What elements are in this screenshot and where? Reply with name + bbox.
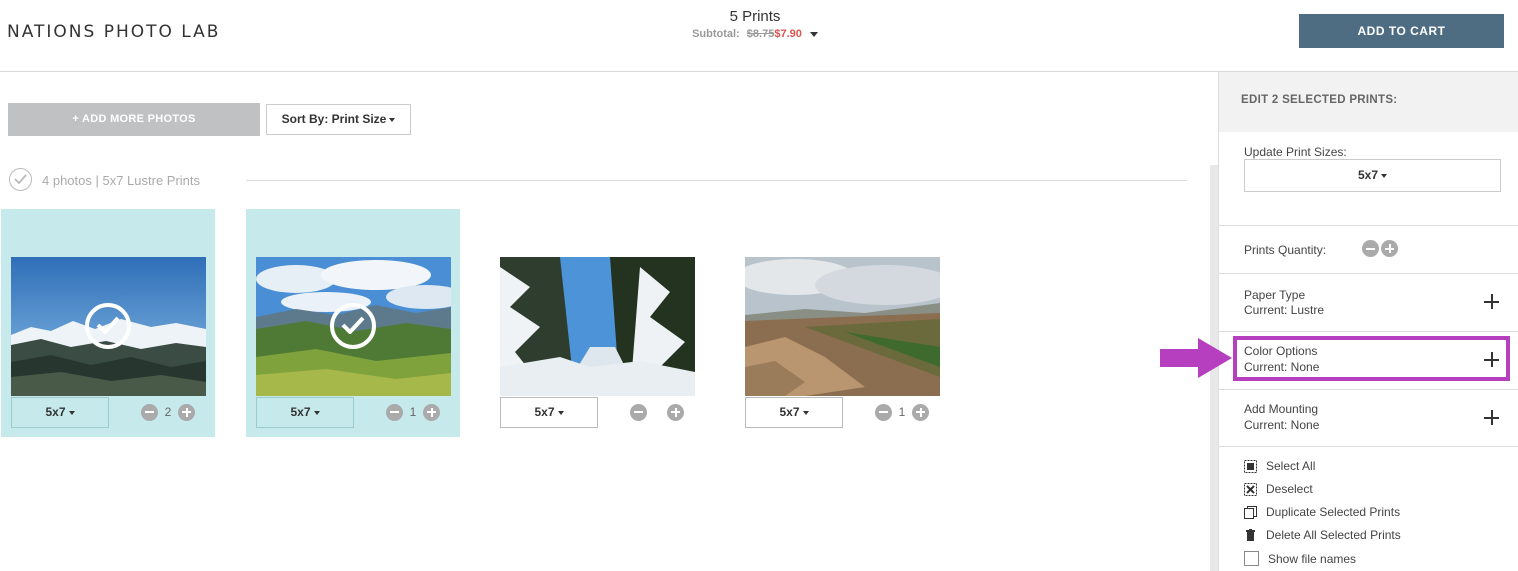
minus-icon[interactable] bbox=[386, 403, 403, 421]
selected-check-icon bbox=[85, 303, 131, 349]
print-size-value: 5x7 bbox=[534, 405, 555, 419]
quantity-value: 2 bbox=[164, 405, 172, 419]
group-select-check-icon[interactable] bbox=[9, 168, 32, 191]
plus-icon[interactable] bbox=[912, 403, 929, 421]
deselect-icon bbox=[1244, 482, 1257, 496]
paper-type-current: Current: Lustre bbox=[1244, 303, 1325, 317]
print-size-select[interactable]: 5x7 bbox=[500, 397, 598, 428]
chevron-down-icon[interactable] bbox=[809, 31, 818, 37]
plus-icon[interactable] bbox=[423, 403, 440, 421]
panel-title: EDIT 2 SELECTED PRINTS: bbox=[1219, 72, 1518, 132]
quantity-value: 1 bbox=[409, 405, 417, 419]
subtotal-line[interactable]: Subtotal: $8.75$7.90 bbox=[650, 28, 860, 40]
deselect-action[interactable]: Deselect bbox=[1244, 482, 1313, 496]
cart-summary: 5 Prints Subtotal: $8.75$7.90 bbox=[650, 8, 860, 40]
select-all-action[interactable]: Select All bbox=[1244, 459, 1315, 473]
photo-thumbnail[interactable] bbox=[500, 257, 695, 396]
update-size-value: 5x7 bbox=[1357, 168, 1379, 182]
mounting-label: Add Mounting bbox=[1244, 402, 1319, 416]
delete-action[interactable]: Delete All Selected Prints bbox=[1244, 528, 1401, 542]
minus-icon[interactable] bbox=[141, 403, 158, 421]
print-size-value: 5x7 bbox=[779, 405, 800, 419]
minus-icon[interactable] bbox=[875, 403, 892, 421]
plus-icon[interactable] bbox=[178, 403, 195, 421]
print-size-value: 5x7 bbox=[290, 405, 311, 419]
select-all-label: Select All bbox=[1266, 459, 1316, 473]
print-size-select[interactable]: 5x7 bbox=[745, 397, 843, 428]
group-label: 4 photos | 5x7 Lustre Prints bbox=[42, 173, 201, 188]
print-size-select[interactable]: 5x7 bbox=[11, 397, 109, 428]
caret-down-icon bbox=[1381, 173, 1388, 178]
show-file-names-label: Show file names bbox=[1268, 551, 1357, 566]
mounting-current: Current: None bbox=[1244, 418, 1320, 432]
pointer-arrow-icon bbox=[1160, 338, 1232, 378]
selected-check-icon bbox=[330, 303, 376, 349]
caret-down-icon bbox=[389, 117, 396, 122]
quantity-stepper: 1 bbox=[875, 403, 929, 421]
quantity-value: 1 bbox=[898, 405, 906, 419]
sort-by-label: Sort By: Print Size bbox=[281, 112, 387, 126]
sort-by-dropdown[interactable]: Sort By: Print Size bbox=[266, 104, 411, 135]
caret-down-icon bbox=[313, 410, 320, 415]
prints-quantity-section: Prints Quantity: bbox=[1219, 226, 1518, 274]
update-print-size-select[interactable]: 5x7 bbox=[1244, 159, 1501, 192]
add-to-cart-button[interactable]: ADD TO CART bbox=[1299, 14, 1504, 48]
photo-card[interactable]: 5x7 2 bbox=[1, 209, 215, 437]
site-logo[interactable]: NATIONS PHOTO LAB bbox=[7, 22, 220, 42]
select-all-icon bbox=[1244, 459, 1257, 473]
plus-icon[interactable] bbox=[1381, 240, 1398, 257]
duplicate-label: Duplicate Selected Prints bbox=[1266, 505, 1401, 519]
update-sizes-label: Update Print Sizes: bbox=[1244, 145, 1347, 159]
paper-type-label: Paper Type bbox=[1244, 288, 1306, 302]
photo-thumbnail[interactable] bbox=[256, 257, 451, 396]
show-file-names-checkbox[interactable] bbox=[1244, 551, 1259, 566]
subtotal-label: Subtotal: bbox=[692, 28, 740, 40]
add-mounting-section[interactable]: Add Mounting Current: None bbox=[1219, 390, 1518, 447]
photo-card[interactable]: 5x7 bbox=[490, 209, 704, 437]
minus-icon[interactable] bbox=[630, 403, 647, 421]
add-more-photos-button[interactable]: + ADD MORE PHOTOS bbox=[8, 103, 260, 136]
subtotal-old-price: $8.75 bbox=[746, 28, 775, 40]
caret-down-icon bbox=[802, 410, 809, 415]
panel-quantity-stepper bbox=[1362, 240, 1398, 257]
quantity-label: Prints Quantity: bbox=[1244, 243, 1327, 257]
plus-icon[interactable] bbox=[667, 403, 684, 421]
paper-type-section[interactable]: Paper Type Current: Lustre bbox=[1219, 274, 1518, 332]
trash-icon bbox=[1246, 528, 1255, 541]
quantity-stepper: 1 bbox=[386, 403, 440, 421]
caret-down-icon bbox=[68, 410, 75, 415]
photo-thumbnail[interactable] bbox=[11, 257, 206, 396]
show-file-names-action[interactable]: Show file names bbox=[1244, 551, 1356, 566]
print-size-select[interactable]: 5x7 bbox=[256, 397, 354, 428]
photo-card[interactable]: 5x7 1 bbox=[246, 209, 460, 437]
deselect-label: Deselect bbox=[1266, 482, 1313, 496]
duplicate-icon bbox=[1244, 505, 1257, 519]
photo-card[interactable]: 5x7 1 bbox=[735, 209, 949, 437]
expand-plus-icon[interactable] bbox=[1484, 410, 1499, 425]
subtotal-new-price: $7.90 bbox=[774, 28, 802, 40]
expand-plus-icon[interactable] bbox=[1484, 294, 1499, 309]
top-header: NATIONS PHOTO LAB 5 Prints Subtotal: $8.… bbox=[0, 0, 1518, 72]
duplicate-action[interactable]: Duplicate Selected Prints bbox=[1244, 505, 1400, 519]
edit-panel: EDIT 2 SELECTED PRINTS: Update Print Siz… bbox=[1218, 72, 1518, 571]
caret-down-icon bbox=[557, 410, 564, 415]
print-size-value: 5x7 bbox=[45, 405, 66, 419]
minus-icon[interactable] bbox=[1362, 240, 1379, 257]
prints-count: 5 Prints bbox=[729, 8, 781, 25]
group-divider bbox=[246, 180, 1187, 181]
quantity-stepper: 2 bbox=[141, 403, 195, 421]
delete-label: Delete All Selected Prints bbox=[1266, 528, 1401, 542]
quantity-stepper bbox=[630, 403, 684, 421]
color-options-highlight bbox=[1233, 336, 1510, 381]
photo-thumbnail[interactable] bbox=[745, 257, 940, 396]
